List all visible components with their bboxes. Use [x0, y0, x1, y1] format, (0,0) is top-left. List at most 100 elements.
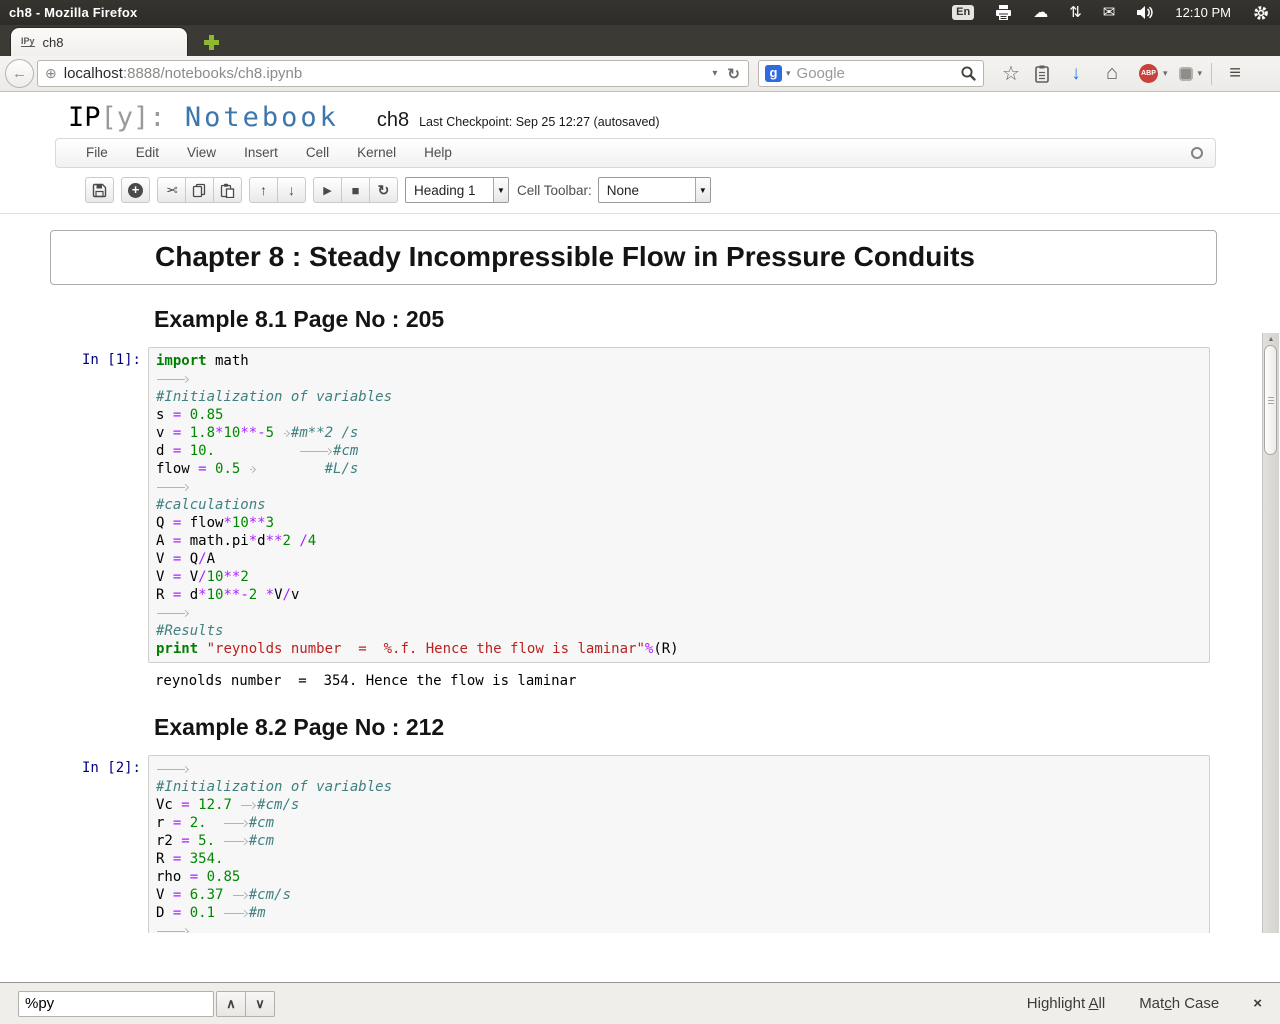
save-button[interactable] [85, 177, 114, 203]
url-dropdown-icon[interactable]: ▾ [706, 68, 723, 79]
notebook-title[interactable]: ch8 [377, 109, 409, 132]
home-icon[interactable]: ⌂ [1094, 62, 1130, 85]
menu-bar-items: File Edit View Insert Cell Kernel Help [72, 139, 466, 167]
tab-arrow-icon [156, 925, 190, 933]
heading2-cell[interactable]: Example 8.1 Page No : 205 [50, 306, 1217, 333]
restart-kernel-button[interactable]: ↻ [369, 177, 398, 203]
match-case-button[interactable]: Match Case [1139, 995, 1219, 1012]
back-button[interactable]: ← [5, 59, 34, 88]
heading1-cell[interactable]: Chapter 8 : Steady Incompressible Flow i… [50, 230, 1217, 285]
menu-item-insert[interactable]: Insert [230, 139, 292, 167]
menu-item-edit[interactable]: Edit [122, 139, 173, 167]
find-input[interactable] [18, 990, 214, 1017]
notebook-header: IP[y]: Notebook ch8 Last Checkpoint: Sep… [0, 92, 1280, 133]
language-indicator[interactable]: En [952, 5, 975, 20]
cell-toolbar-value: None [606, 183, 640, 198]
tab-strip: IPy ch8 [0, 25, 1280, 56]
printer-icon[interactable] [995, 4, 1012, 21]
back-icon: ← [12, 65, 27, 82]
code-input[interactable]: #Initialization of variables Vc = 12.7 #c… [148, 755, 1210, 933]
network-updown-icon[interactable]: ⇅ [1069, 5, 1082, 20]
new-tab-button[interactable] [196, 31, 226, 53]
find-previous-button[interactable]: ∧ [216, 990, 246, 1017]
paste-cell-button[interactable] [213, 177, 242, 203]
copy-icon [192, 183, 207, 198]
paste-icon [220, 183, 235, 198]
bookmarks-menu-icon[interactable] [1026, 65, 1058, 83]
tab-arrow-icon [156, 607, 190, 619]
adblock-icon[interactable]: ABP [1139, 64, 1158, 83]
url-path: :8888/notebooks/ch8.ipynb [122, 65, 303, 82]
up-arrow-icon: ↑ [260, 182, 267, 198]
close-find-bar-icon[interactable]: × [1253, 995, 1262, 1012]
select-arrow-icon: ▼ [493, 178, 508, 202]
reload-icon[interactable]: ↻ [723, 65, 744, 83]
match-case-label: Mat [1139, 995, 1165, 1012]
notebook-area: Chapter 8 : Steady Incompressible Flow i… [0, 214, 1280, 933]
cut-cell-button[interactable]: ✂ [157, 177, 186, 203]
menu-item-file[interactable]: File [72, 139, 122, 167]
cell-type-select[interactable]: Heading 1 ▼ [405, 177, 509, 203]
copy-cell-button[interactable] [185, 177, 214, 203]
find-bar: ∧ ∨ Highlight All Match Case × [0, 982, 1280, 1024]
tab-arrow-icon [232, 889, 249, 901]
bookmark-star-icon[interactable]: ☆ [996, 61, 1026, 86]
highlight-all-accesskey: A [1088, 995, 1099, 1012]
scrollbar-thumb[interactable] [1264, 345, 1277, 455]
cell-toolbar-select[interactable]: None ▼ [597, 177, 711, 203]
logo-y: [y]: [100, 102, 166, 133]
find-next-button[interactable]: ∨ [245, 990, 275, 1017]
ipython-favicon: IPy [21, 35, 35, 48]
add-cell-button[interactable]: + [121, 177, 150, 203]
interrupt-kernel-button[interactable]: ■ [341, 177, 370, 203]
code-cell[interactable]: In [2]: #Initialization of variables Vc = … [0, 755, 1280, 933]
kernel-indicator-icon [1191, 147, 1203, 159]
code-cell[interactable]: In [1]: import math #Initialization of var… [0, 347, 1280, 663]
scrollbar[interactable]: ▲ [1262, 333, 1279, 933]
tab-arrow-icon [299, 445, 333, 457]
ipython-logo[interactable]: IP[y]: Notebook [68, 102, 339, 133]
input-prompt: In [1]: [81, 352, 141, 368]
session-gear-icon[interactable] [1252, 4, 1270, 22]
search-engine-icon[interactable]: g [765, 65, 782, 82]
cloud-icon[interactable]: ☁ [1033, 5, 1048, 20]
heading2-cell[interactable]: Example 8.2 Page No : 212 [50, 714, 1217, 741]
scrollbar-up-icon[interactable]: ▲ [1263, 336, 1279, 343]
search-bar[interactable]: g ▾ [758, 60, 984, 87]
tab-arrow-icon [156, 481, 190, 493]
run-cell-button[interactable]: ▶ [313, 177, 342, 203]
menu-item-view[interactable]: View [173, 139, 230, 167]
adblock-dropdown-icon[interactable]: ▾ [1158, 68, 1173, 79]
url-text[interactable]: localhost:8888/notebooks/ch8.ipynb [64, 65, 707, 82]
refresh-icon: ↻ [377, 181, 390, 198]
browser-tab[interactable]: IPy ch8 [10, 27, 188, 56]
url-bar[interactable]: ⊕ localhost:8888/notebooks/ch8.ipynb ▾ ↻ [37, 60, 749, 87]
site-identity-icon[interactable]: ⊕ [45, 65, 57, 82]
volume-icon[interactable] [1136, 5, 1154, 20]
addon-dropdown-icon[interactable]: ▾ [1193, 68, 1208, 79]
notebook-toolbar: + ✂ ↑ ↓ ▶ ■ ↻ Heading 1 ▼ Cell Toolbar: … [85, 177, 1280, 203]
menu-item-help[interactable]: Help [410, 139, 466, 167]
hamburger-menu-icon[interactable]: ≡ [1218, 62, 1252, 85]
clock[interactable]: 12:10 PM [1175, 5, 1231, 20]
search-input[interactable] [796, 65, 960, 82]
addon-icon[interactable] [1178, 66, 1193, 81]
menu-item-cell[interactable]: Cell [292, 139, 343, 167]
select-arrow-icon: ▼ [694, 178, 710, 202]
search-magnifier-icon[interactable] [960, 65, 977, 82]
downloads-icon[interactable]: ↓ [1058, 63, 1094, 85]
mail-icon[interactable]: ✉ [1103, 5, 1116, 20]
save-icon [92, 183, 107, 198]
menu-bar: File Edit View Insert Cell Kernel Help [55, 138, 1216, 168]
play-icon: ▶ [323, 184, 332, 197]
heading-text: Example 8.1 Page No : 205 [154, 306, 445, 332]
move-cell-down-button[interactable]: ↓ [277, 177, 306, 203]
menu-item-kernel[interactable]: Kernel [343, 139, 410, 167]
input-prompt: In [2]: [81, 760, 141, 776]
add-cell-icon: + [128, 182, 143, 198]
highlight-all-button[interactable]: Highlight All [1027, 995, 1105, 1012]
move-cell-up-button[interactable]: ↑ [249, 177, 278, 203]
tab-title: ch8 [42, 34, 64, 50]
search-engine-dropdown-icon[interactable]: ▾ [782, 68, 797, 79]
code-input[interactable]: import math #Initialization of variables s… [148, 347, 1210, 663]
